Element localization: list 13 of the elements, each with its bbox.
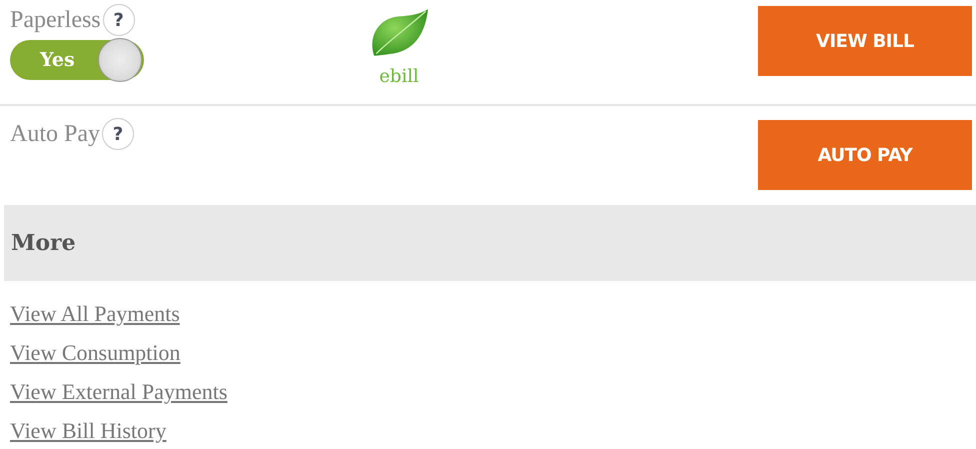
action-button[interactable]: AUTO PAY — [758, 120, 972, 190]
link[interactable]: View External Payments — [10, 377, 228, 407]
field-label: Auto Pay — [10, 120, 100, 148]
help-icon[interactable]: ? — [102, 118, 134, 150]
ebill-label: ebill — [379, 66, 419, 87]
help-icon[interactable]: ? — [102, 4, 135, 36]
toggle-switch[interactable]: Yes — [10, 40, 144, 80]
link[interactable]: View Bill History — [10, 416, 166, 446]
field-label: Paperless — [10, 6, 101, 34]
link[interactable]: View Consumption — [10, 338, 180, 368]
action-button[interactable]: VIEW BILL — [758, 6, 972, 76]
section-title: More — [11, 230, 76, 256]
link[interactable]: View All Payments — [10, 299, 180, 329]
